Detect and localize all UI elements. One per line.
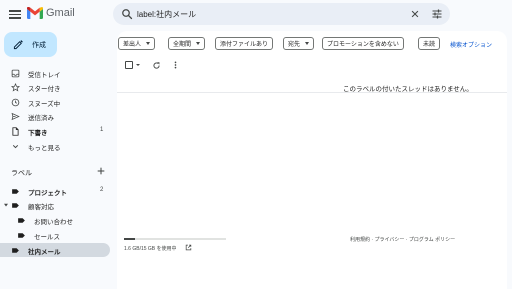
label-icon [12,189,19,194]
filter-chip-has-attachment[interactable]: 添付ファイルあり [215,37,274,50]
nav-item-inbox[interactable]: 受信トレイ [0,66,110,80]
dropdown-arrow-icon [305,42,310,45]
advanced-search-link[interactable]: 検索オプション [450,40,492,49]
chip-label: 全期間 [173,42,192,48]
send-icon [11,112,20,121]
label-item-sales[interactable]: セールス [0,228,110,242]
nav-count: 1 [100,127,104,133]
clear-search-icon[interactable] [410,9,420,19]
label-name: プロジェクト [28,190,67,197]
chevron-down-icon [12,145,19,149]
dropdown-arrow-icon [196,42,201,45]
more-vert-icon[interactable] [171,60,180,70]
gmail-logo[interactable]: Gmail [27,7,75,19]
label-item-customer-support[interactable]: 顧客対応 [0,198,110,212]
search-icon[interactable] [121,8,133,20]
nav-item-more[interactable]: もっと見る [0,139,110,153]
filter-chip-any-time[interactable]: 全期間 [168,37,206,50]
storage-usage-fill [124,238,135,240]
label-item-project[interactable]: プロジェクト 2 [0,184,110,198]
search-options-icon[interactable] [431,8,443,20]
app-name: Gmail [46,7,75,19]
label-name: 社内メール [28,249,61,256]
chip-label: プロモーションを含めない [327,42,399,48]
storage-usage-bar [124,238,226,240]
nav-label: 下書き [28,130,48,137]
chip-label: 添付ファイルあり [220,42,269,48]
nav-item-snoozed[interactable]: スヌーズ中 [0,95,110,109]
select-dropdown-icon[interactable] [136,64,140,66]
nav-label: スヌーズ中 [28,101,61,108]
label-icon [18,233,25,238]
select-all-checkbox[interactable] [125,61,133,69]
chip-label: 未読 [423,42,436,48]
label-item-inquiries[interactable]: お問い合わせ [0,213,110,227]
chip-label: 差出人 [123,42,142,48]
chip-label: 宛先 [288,42,301,48]
filter-chip-from[interactable]: 差出人 [118,37,156,50]
nav-item-drafts[interactable]: 下書き 1 [0,124,110,138]
compose-label: 作成 [32,42,46,49]
inbox-icon [11,69,20,78]
search-input[interactable] [137,6,397,22]
search-bar [113,3,450,25]
label-name: セールス [34,234,60,241]
terms-link[interactable]: 利用規約 [350,237,370,243]
main-menu-icon[interactable] [9,8,21,20]
list-divider [117,92,507,93]
main-panel: 差出人 全期間 添付ファイルあり 宛先 プロモーションを含めない 未読 検索オプ… [117,31,507,289]
filter-chip-exclude-promotions[interactable]: プロモーションを含めない [322,37,404,50]
draft-icon [12,127,19,136]
footer-links: 利用規約 · プライバシー · プログラム ポリシー [350,236,455,243]
nav-label: もっと見る [28,145,61,152]
label-name: 顧客対応 [28,204,54,211]
pencil-icon [13,40,23,50]
privacy-link[interactable]: プライバシー [374,237,404,243]
label-icon [12,248,19,253]
nav-label: 受信トレイ [28,72,61,79]
nav-label: 送信済み [28,115,54,122]
label-icon [12,203,19,208]
top-bar: Gmail [0,0,512,30]
labels-header: ラベル [11,170,32,177]
storage-usage-text: 1.6 GB/15 GB を使用中 [124,246,177,252]
nav-item-starred[interactable]: スター付き [0,80,110,94]
refresh-icon[interactable] [152,61,161,70]
filter-chip-unread[interactable]: 未読 [418,37,441,50]
add-label-icon[interactable] [96,166,106,176]
program-policy-link[interactable]: プログラム ポリシー [409,237,455,243]
open-in-new-icon[interactable] [185,244,192,251]
gmail-m-icon [27,7,43,19]
nav-item-sent[interactable]: 送信済み [0,109,110,123]
clock-icon [11,98,20,107]
caret-down-icon[interactable] [3,202,9,208]
label-count: 2 [100,187,104,193]
label-item-internal-mail[interactable]: 社内メール [0,243,110,257]
nav-label: スター付き [28,86,61,93]
star-icon [11,83,20,92]
dropdown-arrow-icon [146,42,151,45]
label-name: お問い合わせ [34,219,73,226]
label-icon [18,218,25,223]
compose-button[interactable]: 作成 [4,32,57,57]
filter-chip-to[interactable]: 宛先 [283,37,315,50]
